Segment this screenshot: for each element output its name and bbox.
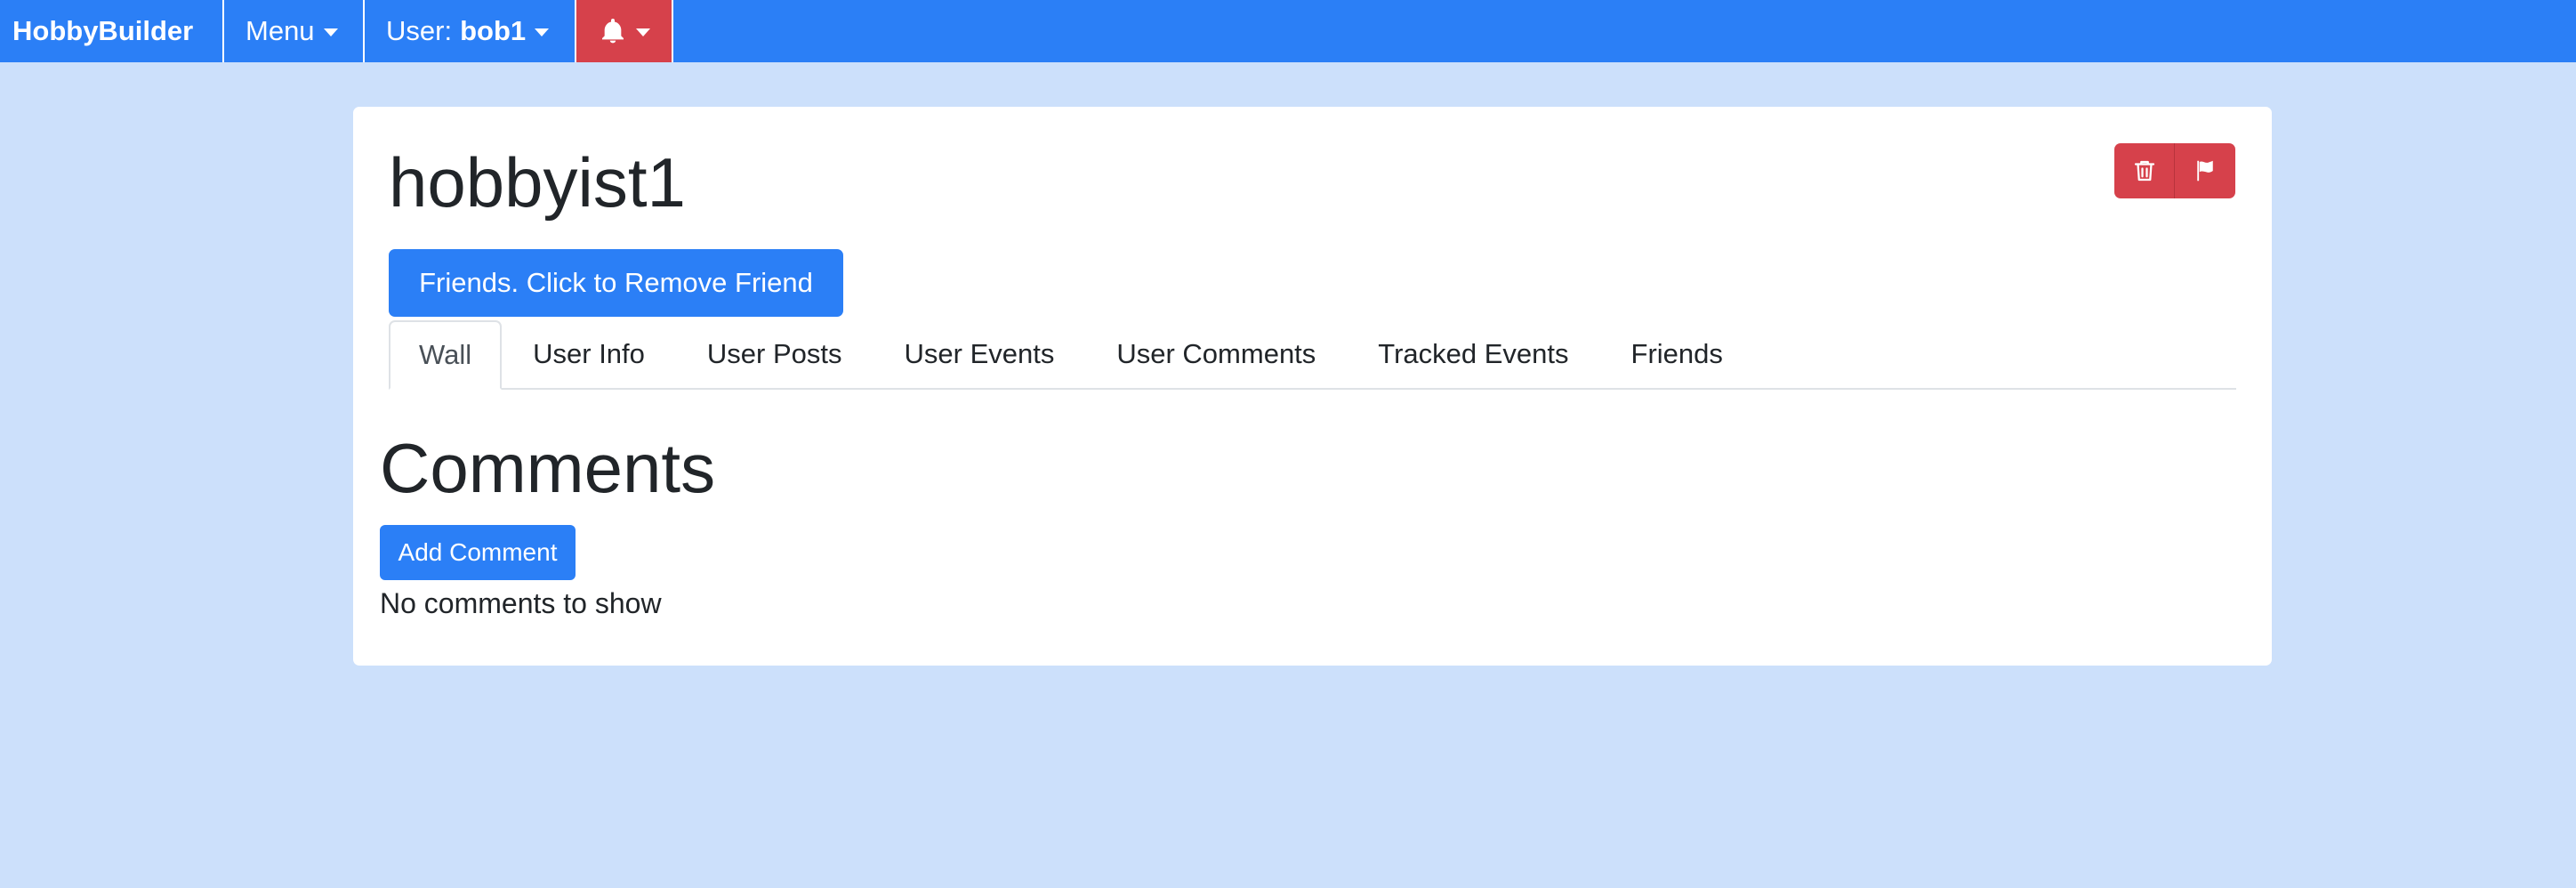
delete-user-button[interactable]	[2114, 143, 2175, 198]
tab-user-posts[interactable]: User Posts	[676, 320, 873, 388]
username-label: bob1	[460, 15, 527, 46]
notifications-dropdown[interactable]	[576, 0, 673, 62]
flag-icon	[2197, 160, 2213, 182]
empty-comments-message: No comments to show	[380, 587, 662, 619]
tab-friends[interactable]: Friends	[1600, 320, 1754, 388]
menu-dropdown[interactable]: Menu	[224, 0, 365, 62]
bell-icon	[601, 19, 624, 44]
menu-label: Menu	[246, 15, 315, 46]
tab-user-info[interactable]: User Info	[502, 320, 676, 388]
flag-user-button[interactable]	[2175, 143, 2235, 198]
chevron-down-icon	[323, 28, 338, 36]
chevron-down-icon	[535, 28, 550, 36]
comments-heading: Comments	[380, 429, 716, 507]
trash-icon	[2134, 160, 2154, 182]
brand-link[interactable]: HobbyBuilder	[0, 0, 224, 62]
tab-user-comments[interactable]: User Comments	[1085, 320, 1347, 388]
top-navbar: HobbyBuilder Menu User: bob1	[0, 0, 2576, 62]
profile-card: hobbyist1 Friends. Click to Remove Frien…	[353, 107, 2272, 666]
add-comment-button[interactable]: Add Comment	[380, 525, 576, 580]
profile-actions	[2114, 143, 2235, 198]
brand-label: HobbyBuilder	[12, 15, 194, 46]
remove-friend-button[interactable]: Friends. Click to Remove Friend	[389, 249, 843, 317]
tab-user-events[interactable]: User Events	[873, 320, 1086, 388]
tab-wall[interactable]: Wall	[389, 320, 503, 390]
profile-username: hobbyist1	[389, 143, 686, 222]
profile-tabs: Wall User Info User Posts User Events Us…	[389, 320, 2236, 390]
chevron-down-icon	[635, 28, 650, 36]
tab-tracked-events[interactable]: Tracked Events	[1347, 320, 1599, 388]
user-prefix: User:	[386, 15, 453, 46]
user-dropdown[interactable]: User: bob1	[365, 0, 576, 62]
